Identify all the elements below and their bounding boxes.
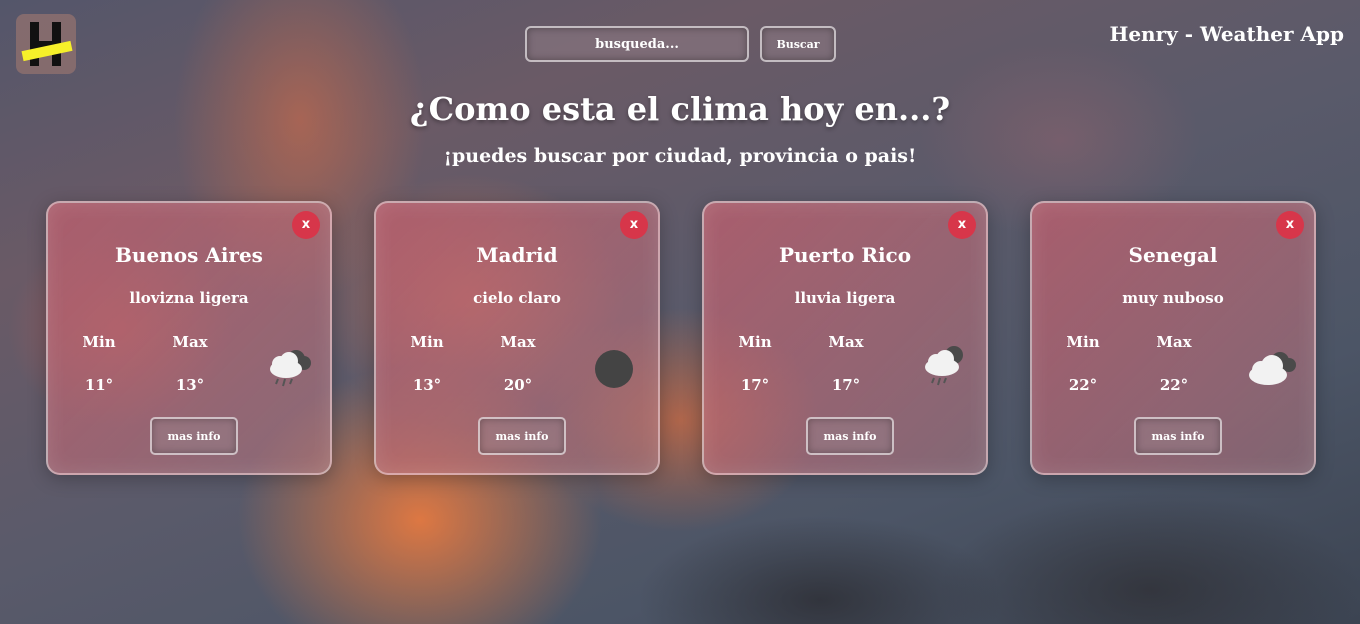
search-button[interactable]: Buscar [760, 26, 836, 62]
search-input[interactable] [525, 26, 749, 62]
light-rain-icon [925, 346, 963, 386]
max-temp: 20° [503, 376, 533, 394]
weather-card: x Senegal muy nuboso Min Max 22° 22° mas… [1030, 201, 1316, 475]
max-label: Max [172, 333, 208, 351]
max-label: Max [500, 333, 536, 351]
drizzle-icon [270, 350, 311, 387]
more-info-button[interactable]: mas info [150, 417, 238, 455]
page-title: ¿Como esta el clima hoy en...? [409, 90, 951, 128]
clear-night-icon [595, 350, 633, 388]
card-description: lluvia ligera [794, 289, 896, 307]
max-temp: 13° [175, 376, 205, 394]
more-info-button[interactable]: mas info [1134, 417, 1222, 455]
close-card-button[interactable]: x [620, 211, 648, 239]
min-label: Min [82, 333, 116, 351]
min-temp: 22° [1068, 376, 1098, 394]
more-info-button[interactable]: mas info [478, 417, 566, 455]
min-temp: 11° [84, 376, 114, 394]
more-info-button[interactable]: mas info [806, 417, 894, 455]
card-city: Puerto Rico [778, 243, 912, 267]
close-card-button[interactable]: x [292, 211, 320, 239]
close-card-button[interactable]: x [948, 211, 976, 239]
min-temp: 13° [412, 376, 442, 394]
broken-clouds-icon [1249, 352, 1296, 385]
page-subtitle: ¡puedes buscar por ciudad, provincia o p… [443, 145, 917, 167]
card-city: Buenos Aires [115, 243, 263, 267]
min-temp: 17° [740, 376, 770, 394]
card-description: muy nuboso [1122, 289, 1224, 307]
card-description: llovizna ligera [129, 289, 249, 307]
weather-card: x Puerto Rico lluvia ligera Min Max 17° … [702, 201, 988, 475]
weather-card: x Buenos Aires llovizna ligera Min Max 1… [46, 201, 332, 475]
close-card-button[interactable]: x [1276, 211, 1304, 239]
min-label: Min [410, 333, 444, 351]
min-label: Min [738, 333, 772, 351]
app-title: Henry - Weather App [1109, 22, 1344, 46]
card-city: Madrid [476, 243, 558, 267]
max-label: Max [828, 333, 864, 351]
card-city: Senegal [1128, 243, 1218, 267]
min-label: Min [1066, 333, 1100, 351]
max-temp: 22° [1159, 376, 1189, 394]
max-label: Max [1156, 333, 1192, 351]
card-description: cielo claro [473, 289, 561, 307]
henry-logo-icon[interactable] [16, 14, 76, 74]
weather-card: x Madrid cielo claro Min Max 13° 20° mas… [374, 201, 660, 475]
max-temp: 17° [831, 376, 861, 394]
